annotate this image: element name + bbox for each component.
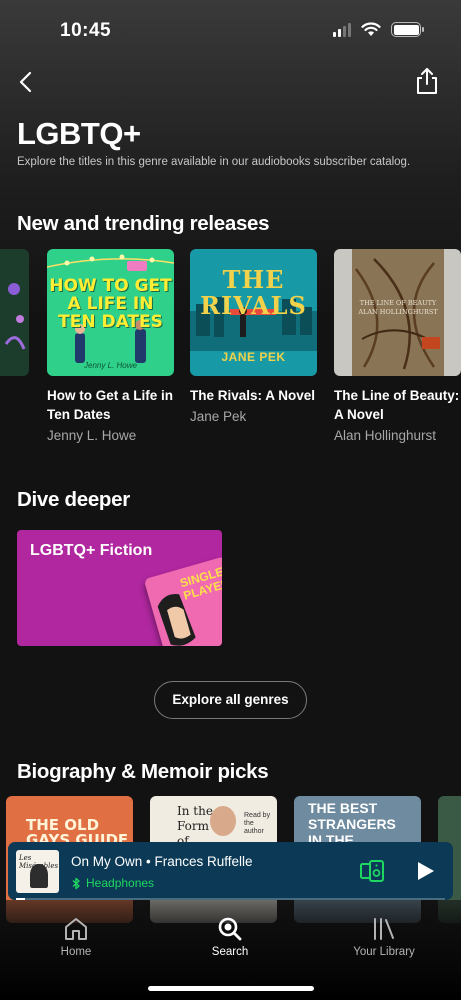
now-playing-title: On My Own • Frances Ruffelle xyxy=(71,854,253,869)
chevron-left-icon xyxy=(19,71,32,93)
tab-label: Your Library xyxy=(353,946,415,958)
track-name: On My Own xyxy=(71,854,143,869)
devices-icon xyxy=(360,860,384,882)
section-title-bio-memoir: Biography & Memoir picks xyxy=(17,760,269,783)
genre-card-book-art: SINGLE PLAYER xyxy=(143,556,222,646)
genre-card-label: LGBTQ+ Fiction xyxy=(30,542,153,559)
status-icons xyxy=(333,22,424,37)
cover-title: THE RIVALS xyxy=(200,265,307,320)
status-time: 10:45 xyxy=(60,20,112,41)
genre-card-lgbtq-fiction[interactable]: LGBTQ+ Fiction SINGLE PLAYER xyxy=(17,530,222,646)
page-subtitle: Explore the titles in this genre availab… xyxy=(17,156,411,168)
tab-search[interactable]: Search xyxy=(180,916,280,958)
book-title: The Line of Beauty: A Novel xyxy=(334,388,460,422)
book-card[interactable]: THE LINE OF BEAUTY ALAN HOLLINGHURST The … xyxy=(334,249,461,445)
cover-author: JANE PEK xyxy=(221,350,286,364)
book-cover: HOW TO GET A LIFE IN TEN DATES Jenny L. … xyxy=(47,249,174,376)
top-nav xyxy=(0,64,461,100)
book-cover: THE LINE OF BEAUTY ALAN HOLLINGHURST xyxy=(334,249,461,376)
section-title-new-trending: New and trending releases xyxy=(17,212,270,235)
screen: 10:45 LGBTQ+ Explore the titles in this … xyxy=(0,0,461,1000)
now-playing-artwork: Les Misérables xyxy=(16,850,59,893)
home-indicator xyxy=(148,986,314,991)
battery-icon xyxy=(391,22,424,37)
tab-your-library[interactable]: Your Library xyxy=(334,916,434,958)
bluetooth-icon xyxy=(72,877,80,889)
status-bar: 10:45 xyxy=(0,0,461,60)
cover-title: HOW TO GET A LIFE IN TEN DATES xyxy=(49,276,172,332)
tab-label: Search xyxy=(211,946,249,958)
library-icon xyxy=(374,918,394,940)
artist-name: Frances Ruffelle xyxy=(154,854,253,869)
connect-device-button[interactable] xyxy=(358,858,386,886)
cover-art-decoration xyxy=(4,283,26,350)
cover-note: Read by the author xyxy=(244,812,271,835)
share-icon xyxy=(417,68,437,94)
book-cover: THE RIVALS JANE PEK xyxy=(190,249,317,376)
book-title: How to Get a Life in Ten Dates xyxy=(47,388,174,422)
book-card[interactable]: HOW TO GET A LIFE IN TEN DATES Jenny L. … xyxy=(47,249,175,445)
section-title-dive-deeper: Dive deeper xyxy=(17,488,130,511)
play-button[interactable] xyxy=(413,859,437,883)
output-device-label: Headphones xyxy=(86,876,155,890)
mini-player[interactable]: Les Misérables On My Own • Frances Ruffe… xyxy=(8,842,453,900)
search-icon xyxy=(218,917,242,941)
cover-art-decoration xyxy=(157,593,196,646)
bottom-tab-bar: Home Search Your Library xyxy=(0,900,461,1000)
artwork-figure xyxy=(30,864,48,888)
back-button[interactable] xyxy=(12,68,40,96)
cover-portrait xyxy=(210,806,236,836)
cover-title: THE LINE OF BEAUTY ALAN HOLLINGHURST xyxy=(358,299,438,316)
book-card-partial[interactable]: ld xyxy=(0,249,30,405)
page-title: LGBTQ+ xyxy=(17,116,141,151)
cellular-signal-icon xyxy=(333,22,351,37)
title-separator: • xyxy=(142,854,155,869)
book-title: ld xyxy=(0,386,30,405)
book-cover xyxy=(0,249,29,376)
book-card[interactable]: THE RIVALS JANE PEK The Rivals: A Novel … xyxy=(190,249,318,426)
book-title: The Rivals: A Novel xyxy=(190,388,316,403)
cover-title: THE BEST STRANGERS IN THE xyxy=(308,800,396,848)
new-trending-carousel[interactable]: ld HOW TO GET A LIFE IN TEN DATES Jenny … xyxy=(0,249,461,449)
tab-home[interactable]: Home xyxy=(26,916,126,958)
tab-label: Home xyxy=(60,946,92,958)
cover-author: Jenny L. Howe xyxy=(84,361,137,370)
output-device: Headphones xyxy=(71,876,154,890)
play-icon xyxy=(418,862,434,880)
book-author: Jane Pek xyxy=(190,409,247,424)
book-author: Jenny L. Howe xyxy=(47,428,137,443)
book-author: Alan Hollinghurst xyxy=(334,428,437,443)
share-button[interactable] xyxy=(413,66,441,96)
explore-all-genres-button[interactable]: Explore all genres xyxy=(154,681,307,719)
wifi-icon xyxy=(361,22,381,36)
home-icon xyxy=(65,918,87,940)
